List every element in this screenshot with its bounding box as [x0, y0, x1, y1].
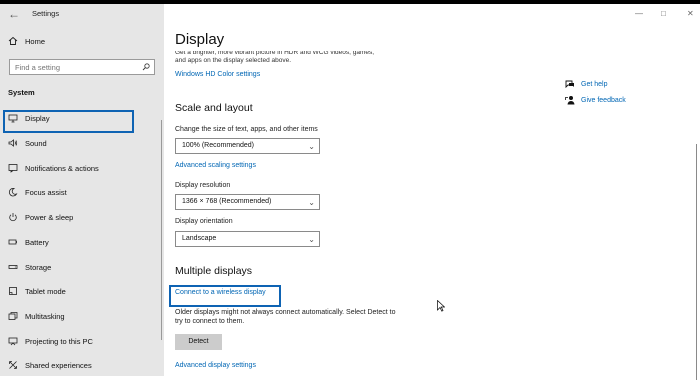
close-button[interactable]: ✕ [687, 9, 694, 18]
orientation-label: Display orientation [175, 218, 233, 225]
orientation-value: Landscape [182, 235, 217, 242]
mouse-cursor-icon [437, 300, 445, 312]
resolution-value: 1366 × 768 (Recommended) [182, 198, 272, 205]
main-scrollbar[interactable] [696, 144, 697, 380]
sidebar-item-multitasking[interactable]: Multitasking [0, 306, 164, 326]
sidebar-item-label: Display [25, 113, 50, 123]
chevron-down-icon: ⌄ [308, 142, 315, 151]
sidebar-item-power-sleep[interactable]: Power & sleep [0, 207, 164, 227]
sidebar-item-home[interactable]: Home [0, 31, 164, 51]
older-displays-text: try to connect to them. [175, 318, 245, 325]
home-icon [8, 36, 18, 46]
sidebar-item-label: Projecting to this PC [25, 336, 93, 346]
chevron-down-icon: ⌄ [308, 235, 315, 244]
monitor-icon [8, 113, 18, 123]
scale-dropdown[interactable]: 100% (Recommended) ⌄ [175, 138, 320, 154]
scale-heading: Scale and layout [175, 102, 253, 114]
search-box[interactable] [9, 59, 155, 75]
resolution-label: Display resolution [175, 182, 231, 189]
sidebar-item-label: Shared experiences [25, 360, 92, 370]
section-label: System [8, 88, 35, 97]
notifications-icon [8, 163, 18, 173]
multiple-displays-heading: Multiple displays [175, 265, 253, 277]
moon-icon [8, 187, 18, 197]
sidebar-item-focus-assist[interactable]: Focus assist [0, 182, 164, 202]
sidebar-item-label: Sound [25, 138, 47, 148]
sidebar-item-label: Home [25, 36, 46, 46]
older-displays-text: Older displays might not always connect … [175, 309, 396, 316]
get-help-row[interactable]: Get help [565, 79, 607, 89]
shared-icon [8, 360, 18, 370]
minimize-button[interactable]: — [635, 9, 643, 18]
sidebar-item-label: Storage [25, 262, 52, 272]
orientation-dropdown[interactable]: Landscape ⌄ [175, 231, 320, 247]
storage-icon [8, 262, 18, 272]
hdr-description-line: and apps on the display selected above. [175, 57, 292, 64]
hdr-description: Get a brighter, more vibrant picture in … [175, 51, 415, 65]
search-input[interactable] [10, 60, 133, 74]
feedback-person-icon [565, 96, 575, 105]
sidebar-scrollbar[interactable] [161, 120, 162, 340]
sidebar-item-label: Notifications & actions [25, 163, 99, 173]
speaker-icon [8, 138, 18, 148]
sidebar-item-notifications[interactable]: Notifications & actions [0, 158, 164, 178]
give-feedback-link[interactable]: Give feedback [581, 97, 626, 104]
give-feedback-row[interactable]: Give feedback [565, 95, 626, 105]
sidebar-item-shared-experiences[interactable]: Shared experiences [0, 355, 164, 375]
chevron-down-icon: ⌄ [308, 198, 315, 207]
sidebar-item-battery[interactable]: Battery [0, 232, 164, 252]
sidebar: ← Settings Home System Display Sound Not… [0, 4, 164, 376]
sidebar-item-label: Multitasking [25, 311, 65, 321]
hd-color-link[interactable]: Windows HD Color settings [175, 71, 260, 78]
projector-icon [8, 336, 18, 346]
scale-label: Change the size of text, apps, and other… [175, 126, 318, 133]
power-icon [8, 212, 18, 222]
advanced-display-link[interactable]: Advanced display settings [175, 362, 256, 369]
back-arrow-icon[interactable]: ← [8, 8, 20, 20]
wireless-display-link[interactable]: Connect to a wireless display [175, 289, 266, 296]
maximize-button[interactable]: □ [661, 9, 666, 18]
page-title: Display [175, 31, 225, 48]
window-title: Settings [32, 9, 60, 18]
detect-button[interactable]: Detect [175, 334, 222, 350]
sidebar-item-label: Power & sleep [25, 212, 74, 222]
sidebar-item-label: Battery [25, 237, 49, 247]
battery-icon [8, 237, 18, 247]
main-content: — □ ✕ Display Get a brighter, more vibra… [164, 4, 700, 380]
help-chat-icon [565, 80, 574, 89]
sidebar-item-label: Tablet mode [25, 286, 66, 296]
tablet-icon [8, 286, 18, 296]
sidebar-item-projecting[interactable]: Projecting to this PC [0, 331, 164, 351]
resolution-dropdown[interactable]: 1366 × 768 (Recommended) ⌄ [175, 194, 320, 210]
multitasking-icon [8, 311, 18, 321]
sidebar-item-storage[interactable]: Storage [0, 257, 164, 277]
sidebar-item-label: Focus assist [25, 187, 67, 197]
sidebar-item-tablet-mode[interactable]: Tablet mode [0, 281, 164, 301]
search-icon[interactable] [142, 63, 150, 71]
sidebar-item-display[interactable]: Display [0, 108, 164, 128]
get-help-link[interactable]: Get help [581, 81, 607, 88]
scale-value: 100% (Recommended) [182, 142, 254, 149]
advanced-scaling-link[interactable]: Advanced scaling settings [175, 162, 256, 169]
sidebar-item-sound[interactable]: Sound [0, 133, 164, 153]
